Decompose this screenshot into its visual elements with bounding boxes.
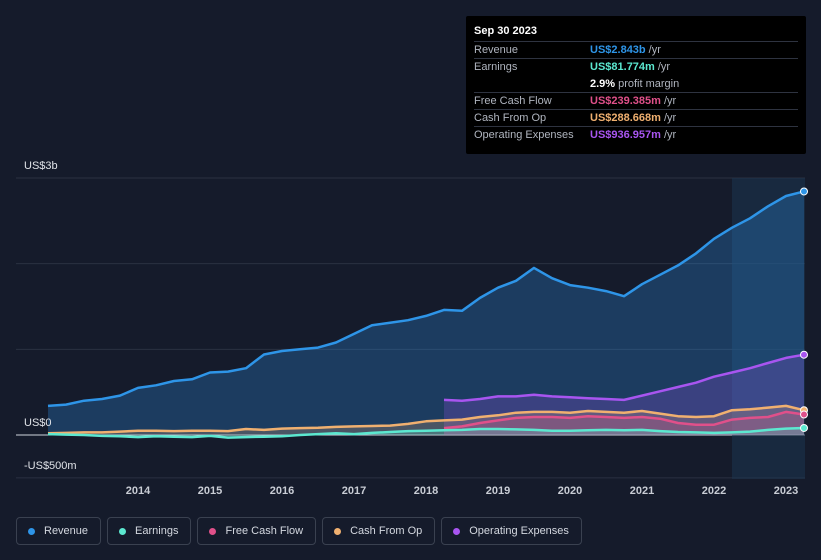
tooltip-row-profit-margin: 2.9% profit margin (474, 75, 798, 92)
legend-label: Revenue (44, 525, 89, 537)
tooltip-row-revenue: Revenue US$2.843b /yr (474, 41, 798, 58)
tooltip-value: US$936.957m (590, 129, 661, 141)
y-tick-label-top: US$3b (24, 160, 58, 172)
tooltip-value: 2.9% (590, 77, 616, 90)
tooltip-value: US$2.843b (590, 44, 646, 56)
tooltip-unit: /yr (663, 129, 677, 141)
tooltip-unit: profit margin (618, 77, 680, 90)
x-tick-label: 2021 (629, 485, 655, 497)
tooltip-label: Operating Expenses (474, 129, 574, 141)
x-tick-label: 2020 (557, 485, 583, 497)
x-tick-label: 2023 (773, 485, 799, 497)
legend-item-revenue[interactable]: Revenue (16, 517, 102, 545)
legend-label: Free Cash Flow (225, 525, 304, 537)
chart-legend: Revenue Earnings Free Cash Flow Cash Fro… (16, 517, 582, 545)
tooltip-unit: /yr (657, 61, 671, 73)
tooltip-row-cash-from-op: Cash From Op US$288.668m /yr (474, 109, 798, 126)
legend-item-free-cash-flow[interactable]: Free Cash Flow (197, 517, 317, 545)
endpoint-earnings (800, 423, 808, 432)
endpoint-free-cash-flow (800, 410, 808, 419)
x-tick-label: 2017 (341, 485, 367, 497)
tooltip-label: Earnings (474, 61, 518, 73)
legend-dot-icon (28, 527, 35, 535)
tooltip-row-free-cash-flow: Free Cash Flow US$239.385m /yr (474, 92, 798, 109)
endpoint-operating-expenses (800, 350, 808, 359)
tooltip-value: US$239.385m (590, 95, 661, 107)
tooltip-unit: /yr (663, 112, 677, 124)
y-tick-label-zero: US$0 (24, 417, 52, 429)
x-tick-label: 2019 (485, 485, 511, 497)
tooltip-label: Free Cash Flow (474, 95, 552, 107)
legend-label: Earnings (135, 525, 179, 537)
legend-item-earnings[interactable]: Earnings (107, 517, 192, 545)
tooltip-label: Cash From Op (474, 112, 547, 124)
endpoint-revenue (800, 187, 808, 196)
data-tooltip: Sep 30 2023 Revenue US$2.843b /yr Earnin… (466, 16, 806, 154)
legend-dot-icon (453, 527, 461, 535)
tooltip-unit: /yr (663, 95, 677, 107)
x-tick-label: 2015 (197, 485, 223, 497)
tooltip-row-earnings: Earnings US$81.774m /yr (474, 58, 798, 75)
tooltip-value: US$288.668m (590, 112, 661, 124)
tooltip-date: Sep 30 2023 (474, 25, 537, 37)
legend-dot-icon (209, 527, 217, 535)
x-tick-label: 2016 (269, 485, 295, 497)
x-tick-label: 2018 (413, 485, 439, 497)
x-tick-label: 2014 (125, 485, 151, 497)
legend-item-cash-from-op[interactable]: Cash From Op (322, 517, 436, 545)
legend-label: Operating Expenses (469, 525, 569, 537)
legend-label: Cash From Op (350, 525, 423, 537)
tooltip-unit: /yr (648, 44, 661, 56)
tooltip-value: US$81.774m (590, 61, 655, 73)
legend-dot-icon (334, 527, 342, 535)
area-layer (48, 191, 804, 438)
y-tick-label-bottom: -US$500m (24, 460, 77, 472)
legend-item-operating-expenses[interactable]: Operating Expenses (441, 517, 582, 545)
tooltip-row-operating-expenses: Operating Expenses US$936.957m /yr (474, 126, 798, 143)
legend-dot-icon (119, 527, 127, 535)
x-tick-label: 2022 (701, 485, 727, 497)
tooltip-label: Revenue (474, 44, 519, 56)
